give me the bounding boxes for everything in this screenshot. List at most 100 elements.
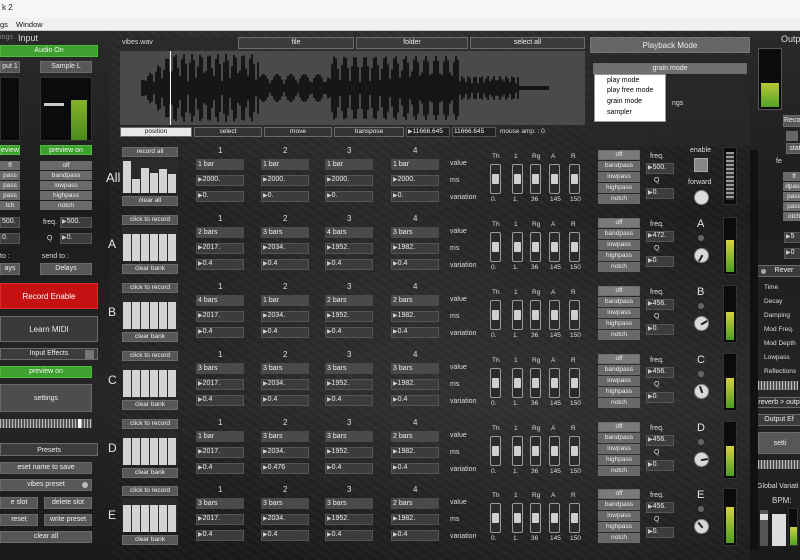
- step-ms-field[interactable]: ▶1982.: [391, 243, 439, 254]
- step-length-select[interactable]: 2 bars: [196, 227, 244, 238]
- file-button[interactable]: file: [238, 37, 354, 49]
- step-length-select[interactable]: 3 bars: [261, 227, 309, 238]
- envelope-slider[interactable]: [549, 232, 560, 262]
- step-variation-field[interactable]: ▶0.4: [261, 395, 309, 406]
- envelope-slider[interactable]: [530, 232, 541, 262]
- bank-filter-option[interactable]: off: [598, 354, 640, 364]
- bank-filter-option[interactable]: highpass: [598, 183, 640, 193]
- step-length-select[interactable]: 1 bar: [261, 295, 309, 306]
- bank-filter-option[interactable]: lowpass: [598, 511, 640, 521]
- forward-toggle[interactable]: [694, 190, 709, 205]
- step-variation-field[interactable]: ▶0.: [391, 191, 439, 202]
- bank-filter-option[interactable]: notch: [598, 194, 640, 204]
- q-left-field[interactable]: 0.: [0, 233, 20, 244]
- envelope-slider[interactable]: [549, 503, 560, 533]
- learn-midi-button[interactable]: Learn MIDI: [0, 316, 98, 342]
- envelope-slider[interactable]: [549, 164, 560, 194]
- step-ms-field[interactable]: ▶2017.: [196, 311, 244, 322]
- bank-pattern-display[interactable]: [122, 363, 178, 397]
- bank-pattern-display[interactable]: [122, 498, 178, 532]
- filter-option[interactable]: highpass: [40, 191, 92, 200]
- reset-button[interactable]: reset: [0, 514, 38, 526]
- step-variation-field[interactable]: ▶0.4: [391, 327, 439, 338]
- filter-option[interactable]: pass: [0, 171, 20, 180]
- bank-volume-knob[interactable]: [694, 316, 709, 331]
- bank-freq-field[interactable]: ▶456.: [646, 367, 674, 378]
- step-length-select[interactable]: 2 bars: [391, 431, 439, 442]
- step-variation-field[interactable]: ▶0.4: [196, 395, 244, 406]
- delete-slot-button[interactable]: delete slot: [44, 497, 92, 509]
- bank-filter-option[interactable]: off: [598, 218, 640, 228]
- reverb-slider[interactable]: [758, 381, 798, 390]
- bank-pattern-display[interactable]: [122, 295, 178, 329]
- step-variation-field[interactable]: ▶0.4: [325, 259, 373, 270]
- step-ms-field[interactable]: ▶1982.: [391, 514, 439, 525]
- step-ms-field[interactable]: ▶2000.: [325, 175, 373, 186]
- bank-filter-option[interactable]: off: [598, 489, 640, 499]
- bank-q-field[interactable]: ▶0.: [646, 392, 674, 403]
- step-length-select[interactable]: 1 bar: [325, 159, 373, 170]
- selection-start-field[interactable]: ▶11666.645: [406, 127, 450, 137]
- playback-mode-select[interactable]: grain mode: [593, 63, 747, 74]
- step-length-select[interactable]: 3 bars: [261, 363, 309, 374]
- bank-filter-option[interactable]: notch: [598, 533, 640, 543]
- enable-checkbox[interactable]: [694, 158, 708, 172]
- envelope-slider[interactable]: [549, 436, 560, 466]
- bank-filter-option[interactable]: highpass: [598, 455, 640, 465]
- bank-clear-button[interactable]: clear bank: [122, 468, 178, 478]
- envelope-slider[interactable]: [549, 300, 560, 330]
- filter-option[interactable]: bandpass: [40, 171, 92, 180]
- step-variation-field[interactable]: ▶0.4: [261, 327, 309, 338]
- step-ms-field[interactable]: ▶2034.: [261, 243, 309, 254]
- step-variation-field[interactable]: ▶0.4: [325, 395, 373, 406]
- bpm-fader[interactable]: [772, 514, 786, 546]
- bank-clear-button[interactable]: clear bank: [122, 400, 178, 410]
- bank-filter-option[interactable]: lowpass: [598, 172, 640, 182]
- step-ms-field[interactable]: ▶2000.: [261, 175, 309, 186]
- bank-filter-option[interactable]: highpass: [598, 522, 640, 532]
- filter-option[interactable]: dpass: [783, 182, 800, 191]
- step-variation-field[interactable]: ▶0.4: [196, 463, 244, 474]
- filter-option[interactable]: otch: [783, 212, 800, 221]
- bank-filter-option[interactable]: lowpass: [598, 376, 640, 386]
- menu-option-grain-mode[interactable]: grain mode: [595, 97, 665, 108]
- step-variation-field[interactable]: ▶0.4: [325, 327, 373, 338]
- sample-select[interactable]: Sample L: [40, 61, 92, 73]
- bank-freq-field[interactable]: ▶500.: [646, 163, 674, 174]
- bank-filter-option[interactable]: bandpass: [598, 365, 640, 375]
- envelope-slider[interactable]: [569, 368, 580, 398]
- envelope-slider[interactable]: [530, 503, 541, 533]
- step-variation-field[interactable]: ▶0.: [325, 191, 373, 202]
- envelope-slider[interactable]: [490, 368, 501, 398]
- preview-left-button[interactable]: eview on: [0, 145, 20, 155]
- q-field[interactable]: ▶0.: [60, 233, 92, 244]
- bank-filter-option[interactable]: lowpass: [598, 240, 640, 250]
- send-left-select[interactable]: ays: [0, 263, 20, 275]
- step-length-select[interactable]: 3 bars: [261, 498, 309, 509]
- bank-filter-option[interactable]: highpass: [598, 251, 640, 261]
- step-length-select[interactable]: 3 bars: [325, 498, 373, 509]
- bank-filter-option[interactable]: bandpass: [598, 161, 640, 171]
- bank-filter-option[interactable]: bandpass: [598, 433, 640, 443]
- bank-record-button[interactable]: click to record: [122, 283, 178, 293]
- bank-q-field[interactable]: ▶0.: [646, 256, 674, 267]
- filter-option[interactable]: off: [40, 161, 92, 170]
- step-length-select[interactable]: 1 bar: [196, 431, 244, 442]
- envelope-slider[interactable]: [490, 164, 501, 194]
- step-length-select[interactable]: 3 bars: [325, 363, 373, 374]
- filter-option[interactable]: pass: [783, 202, 800, 211]
- freq-left-field[interactable]: 500.: [0, 217, 20, 228]
- step-variation-field[interactable]: ▶0.4: [261, 259, 309, 270]
- bank-clear-button[interactable]: clear bank: [122, 535, 178, 545]
- step-ms-field[interactable]: ▶2017.: [196, 379, 244, 390]
- preset-name-field[interactable]: eset name to save: [0, 462, 92, 474]
- output-state-button[interactable]: stat: [786, 143, 800, 154]
- step-length-select[interactable]: 3 bars: [196, 363, 244, 374]
- envelope-slider[interactable]: [490, 300, 501, 330]
- envelope-slider[interactable]: [530, 368, 541, 398]
- bank-filter-option[interactable]: off: [598, 286, 640, 296]
- global-variation-slider[interactable]: [760, 510, 768, 546]
- bank-filter-option[interactable]: notch: [598, 262, 640, 272]
- step-ms-field[interactable]: ▶2034.: [261, 379, 309, 390]
- bank-record-button[interactable]: record all: [122, 147, 178, 157]
